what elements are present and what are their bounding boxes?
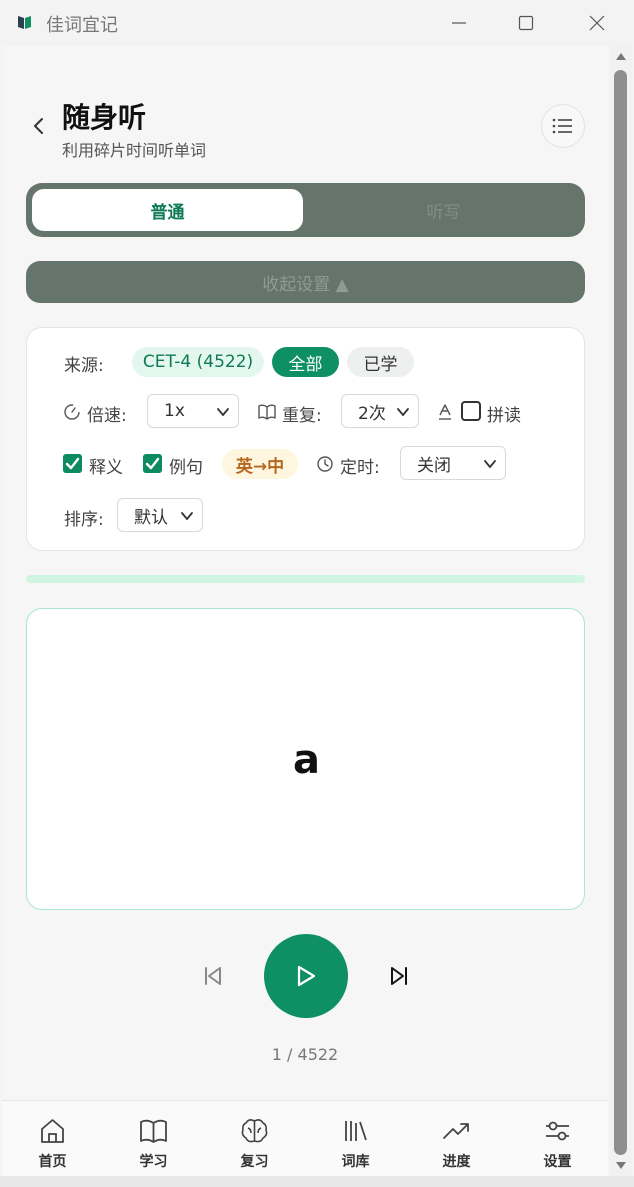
sort-select[interactable]: 默认: [117, 498, 203, 532]
close-icon: [589, 15, 605, 31]
source-label: 来源:: [64, 356, 104, 376]
app-title: 佳词宜记: [46, 15, 118, 36]
nav-label-home: 首页: [38, 1154, 67, 1170]
example-checkbox[interactable]: [143, 454, 162, 473]
timer-select[interactable]: 关闭: [400, 446, 506, 480]
chevron-down-icon: [181, 512, 193, 520]
spell-check-icon: [439, 404, 451, 420]
home-icon: [41, 1119, 64, 1143]
example-label: 例句: [169, 458, 203, 478]
current-word: a: [293, 737, 320, 783]
close-button[interactable]: [582, 8, 612, 38]
mode-toggle: 普通 听写: [26, 183, 585, 237]
sort-label: 排序:: [64, 510, 104, 530]
meaning-checkbox[interactable]: [63, 454, 82, 473]
direction-toggle[interactable]: 英→中: [222, 449, 298, 479]
spell-label: 拼读: [487, 406, 521, 426]
app-logo-icon: [18, 16, 31, 29]
play-icon: [297, 965, 316, 987]
nav-label-review: 复习: [240, 1154, 269, 1170]
collapse-settings-button[interactable]: 收起设置 ▲: [26, 261, 585, 303]
maximize-button[interactable]: [511, 8, 541, 38]
word-list-button[interactable]: [541, 104, 585, 148]
gauge-icon: [64, 404, 80, 420]
book-icon: [140, 1119, 167, 1143]
checkmark-icon: [65, 457, 80, 470]
chevron-down-icon: [397, 408, 409, 416]
chevron-down-icon: [217, 408, 229, 416]
scrollbar-thumb[interactable]: [614, 70, 627, 1155]
nav-label-settings: 设置: [543, 1154, 572, 1170]
nav-item-review[interactable]: 复习: [204, 1101, 305, 1177]
tab-normal[interactable]: 普通: [32, 189, 303, 231]
timer-value: 关闭: [417, 455, 451, 476]
back-button[interactable]: [28, 114, 48, 138]
page-title: 随身听: [62, 101, 147, 134]
list-icon: [552, 118, 572, 134]
word-card: a: [26, 608, 585, 910]
nav-label-study: 学习: [139, 1154, 168, 1170]
spell-checkbox[interactable]: [461, 401, 481, 421]
play-button[interactable]: [264, 934, 348, 1018]
timer-label: 定时:: [340, 458, 380, 478]
sort-value: 默认: [134, 507, 168, 528]
repeat-value: 2次: [358, 403, 386, 424]
nav-item-study[interactable]: 学习: [103, 1101, 204, 1177]
speed-label: 倍速:: [87, 406, 127, 426]
page-subtitle: 利用碎片时间听单词: [62, 141, 207, 160]
skip-next-icon[interactable]: [388, 965, 410, 987]
minimize-icon: [452, 22, 466, 24]
window-bottom-edge: [0, 1176, 634, 1187]
nav-item-progress[interactable]: 进度: [406, 1101, 507, 1177]
minimize-button[interactable]: [444, 8, 474, 38]
speed-value: 1x: [164, 401, 185, 421]
settings-panel: 来源: CET-4 (4522) 全部 已学 倍速: 1x 重复: 2次 拼读 …: [26, 327, 585, 551]
source-chip-learned[interactable]: 已学: [347, 347, 414, 377]
repeat-select[interactable]: 2次: [341, 394, 419, 428]
nav-item-home[interactable]: 首页: [2, 1101, 103, 1177]
brain-icon: [241, 1119, 268, 1143]
meaning-label: 释义: [89, 458, 123, 478]
scroll-up-arrow-icon[interactable]: [613, 50, 629, 62]
book-open-icon: [258, 404, 276, 420]
sliders-icon: [546, 1121, 569, 1141]
library-icon: [345, 1121, 367, 1141]
repeat-label: 重复:: [282, 406, 322, 426]
trending-up-icon: [443, 1123, 469, 1139]
word-counter: 1 / 4522: [271, 1045, 339, 1064]
clock-icon: [317, 456, 333, 472]
speed-select[interactable]: 1x: [147, 394, 239, 428]
progress-bar: [26, 575, 585, 583]
title-bar: 佳词宜记: [0, 0, 634, 46]
chevron-down-icon: [484, 460, 496, 468]
maximize-icon: [518, 15, 534, 31]
skip-previous-icon[interactable]: [202, 965, 224, 987]
nav-label-library: 词库: [341, 1154, 370, 1170]
nav-item-library[interactable]: 词库: [305, 1101, 406, 1177]
scroll-down-arrow-icon[interactable]: [613, 1160, 629, 1172]
source-chip-all[interactable]: 全部: [272, 347, 339, 377]
nav-label-progress: 进度: [442, 1154, 471, 1170]
tab-dictation[interactable]: 听写: [308, 189, 579, 231]
source-chip-cet4[interactable]: CET-4 (4522): [132, 347, 264, 377]
nav-item-settings[interactable]: 设置: [507, 1101, 608, 1177]
bottom-nav: 首页 学习 复习 词库 进度 设置: [2, 1100, 608, 1176]
checkmark-icon: [145, 457, 160, 470]
